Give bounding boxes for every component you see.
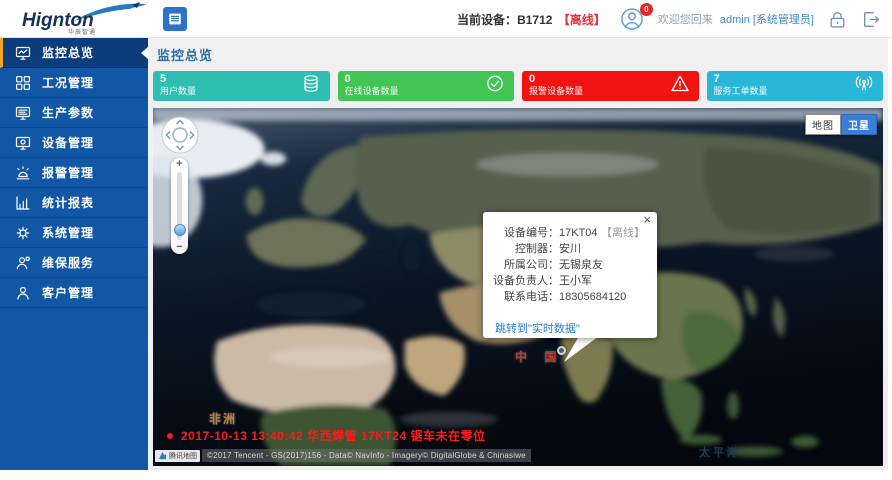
monitor-chart-icon xyxy=(15,45,31,61)
warning-triangle-icon xyxy=(670,74,690,99)
stat-value: 5 xyxy=(160,73,323,86)
sidebar-item-label: 设备管理 xyxy=(42,134,94,151)
popup-row-owner: 设备负责人： 王小军 xyxy=(487,273,649,289)
tencent-map-logo: 腾讯地图 xyxy=(155,450,200,462)
zoom-track[interactable] xyxy=(177,172,182,240)
sidebar-item-label: 客户管理 xyxy=(42,284,94,301)
sidebar-item-alarm-management[interactable]: 报警管理 xyxy=(0,158,148,188)
sidebar-item-work-condition[interactable]: 工况管理 xyxy=(0,68,148,98)
stat-value: 7 xyxy=(714,73,877,86)
popup-device-status: 【离线】 xyxy=(601,225,645,241)
popup-row-phone: 联系电话： 18305684120 xyxy=(487,289,649,305)
sidebar-item-label: 生产参数 xyxy=(42,104,94,121)
app-logo: Hignton 华辰智通 xyxy=(16,2,144,36)
popup-row-company: 所属公司： 无锡泉友 xyxy=(487,257,649,273)
map-pan-control[interactable] xyxy=(161,116,199,154)
attribution-text: ©2017 Tencent - GS(2017)156 - Data© NavI… xyxy=(202,449,531,462)
sidebar-item-production-params[interactable]: 生产参数 xyxy=(0,98,148,128)
current-device-label: 当前设备： xyxy=(457,13,517,27)
sidebar-item-device-management[interactable]: 设备管理 xyxy=(0,128,148,158)
monitor-device-icon xyxy=(15,135,31,151)
check-circle-icon xyxy=(485,74,505,99)
user-menu-link[interactable]: admin [系统管理员] xyxy=(720,14,814,26)
logout-button[interactable] xyxy=(861,10,880,29)
top-header: Hignton 华辰智通 当前设备：B1712 【离线】 0 xyxy=(0,0,892,38)
realtime-data-link[interactable]: 跳转到"实时数据" xyxy=(495,320,580,336)
sidebar-item-label: 报警管理 xyxy=(42,164,94,181)
alarm-ticker-text: 2017-10-13 13:40:42 华西焊管 17KT24 锯车未在零位 xyxy=(181,427,485,444)
map-type-map-button[interactable]: 地图 xyxy=(805,114,841,135)
sidebar-item-statistics-reports[interactable]: 统计报表 xyxy=(0,188,148,218)
page-title: 监控总览 xyxy=(157,45,883,64)
sidebar-nav: 监控总览 工况管理 生产参数 设 xyxy=(0,38,148,470)
stat-label: 用户数量 xyxy=(160,86,323,97)
stat-value: 0 xyxy=(529,73,692,86)
welcome-label: 欢迎您回来 xyxy=(658,14,713,26)
monitor-params-icon xyxy=(15,105,31,121)
alarm-dot-icon xyxy=(167,433,173,439)
stat-card-service-orders: 7 服务工单数量 xyxy=(707,71,884,101)
sidebar-item-label: 监控总览 xyxy=(42,44,94,61)
active-indicator xyxy=(141,47,148,59)
alarm-siren-icon xyxy=(15,165,31,181)
lock-screen-button[interactable] xyxy=(828,10,847,29)
user-gear-icon xyxy=(15,255,31,271)
sidebar-item-monitor-overview[interactable]: 监控总览 xyxy=(0,38,148,68)
sidebar-item-maintenance-service[interactable]: 维保服务 xyxy=(0,248,148,278)
device-status-badge: 【离线】 xyxy=(558,13,606,27)
stat-card-users: 5 用户数量 xyxy=(153,71,330,101)
alarm-ticker: 2017-10-13 13:40:42 华西焊管 17KT24 锯车未在零位 xyxy=(167,427,485,444)
map[interactable]: 非洲 中 国 太平洋 + − 地图 卫星 xyxy=(153,108,883,466)
popup-tail xyxy=(561,336,605,364)
map-type-toggle: 地图 卫星 xyxy=(805,114,877,135)
tencent-logo-icon xyxy=(158,451,167,460)
welcome-text: 欢迎您回来 admin [系统管理员] xyxy=(658,11,814,27)
map-attribution: 腾讯地图 ©2017 Tencent - GS(2017)156 - Data©… xyxy=(155,449,531,462)
stat-card-online-devices: 0 在线设备数量 xyxy=(338,71,515,101)
sidebar-item-label: 维保服务 xyxy=(42,254,94,271)
menu-icon xyxy=(167,11,183,27)
stat-label: 服务工单数量 xyxy=(714,86,877,97)
sidebar-item-system-management[interactable]: 系统管理 xyxy=(0,218,148,248)
current-device-id: B1712 xyxy=(517,13,552,27)
grid-icon xyxy=(15,75,31,91)
stat-label: 报警设备数量 xyxy=(529,86,692,97)
notifications-button[interactable]: 0 xyxy=(620,7,644,31)
exit-icon xyxy=(861,10,880,29)
current-device-info: 当前设备：B1712 【离线】 xyxy=(457,11,606,28)
stat-card-alarm-devices: 0 报警设备数量 xyxy=(522,71,699,101)
zoom-in-button[interactable]: + xyxy=(176,158,182,171)
sidebar-toggle-button[interactable] xyxy=(163,7,187,31)
bar-chart-icon xyxy=(15,195,31,211)
device-info-popup: × 设备编号： 17KT04 【离线】 控制器： 安川 所属公司： 无锡泉友 设… xyxy=(483,212,657,338)
logo-subtitle: 华辰智通 xyxy=(68,27,96,36)
zoom-out-button[interactable]: − xyxy=(176,241,182,254)
sidebar-item-customer-management[interactable]: 客户管理 xyxy=(0,278,148,308)
popup-row-device-id: 设备编号： 17KT04 【离线】 xyxy=(487,225,649,241)
database-icon xyxy=(301,74,321,99)
zoom-handle[interactable] xyxy=(174,224,186,236)
person-icon xyxy=(15,285,31,301)
main-content: 监控总览 5 用户数量 0 在线设备数量 xyxy=(148,38,888,470)
gear-icon xyxy=(15,225,31,241)
map-zoom-slider[interactable]: + − xyxy=(171,158,188,254)
stat-value: 0 xyxy=(345,73,508,86)
map-type-satellite-button[interactable]: 卫星 xyxy=(841,114,877,135)
popup-row-controller: 控制器： 安川 xyxy=(487,241,649,257)
sidebar-item-label: 工况管理 xyxy=(42,74,94,91)
notification-count-badge: 0 xyxy=(640,3,653,16)
broadcast-icon xyxy=(854,74,874,99)
stat-label: 在线设备数量 xyxy=(345,86,508,97)
lock-icon xyxy=(828,10,847,29)
sidebar-item-label: 统计报表 xyxy=(42,194,94,211)
app-window: Hignton 华辰智通 当前设备：B1712 【离线】 0 xyxy=(0,0,892,480)
sidebar-item-label: 系统管理 xyxy=(42,224,94,241)
stat-cards-row: 5 用户数量 0 在线设备数量 xyxy=(153,71,883,101)
